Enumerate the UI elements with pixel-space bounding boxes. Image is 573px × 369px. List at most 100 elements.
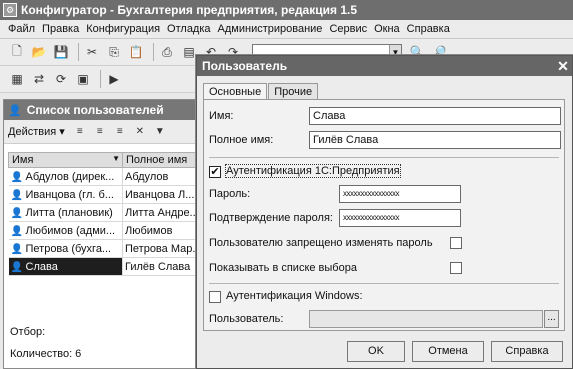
user-name-cell: Абдулов (дирек... <box>25 170 115 183</box>
windows-user-field[interactable] <box>309 310 543 328</box>
table-row[interactable]: 👤 Петрова (бухга... Петрова Мар... <box>8 239 201 258</box>
show-in-list-checkbox[interactable] <box>450 262 462 274</box>
sort-down-icon: ▼ <box>112 154 120 163</box>
user-icon: 👤 <box>10 189 23 201</box>
table-row[interactable]: 👤 Абдулов (дирек... Абдулов <box>8 167 201 186</box>
user-fullname-cell: Гилёв Слава <box>122 257 201 276</box>
edit-user-icon[interactable]: ≡ <box>113 125 127 139</box>
user-name-cell: Литта (плановик) <box>25 206 113 219</box>
auth-windows-checkbox[interactable] <box>209 291 221 303</box>
app-icon: ⚙ <box>3 3 17 17</box>
users-icon: 👤 <box>8 104 22 117</box>
fullname-label: Полное имя: <box>209 134 274 146</box>
column-header-fullname[interactable]: Полное имя <box>122 152 201 168</box>
copy-icon[interactable]: ⎘ <box>105 43 123 61</box>
run-debug-icon[interactable]: ▶ <box>105 70 123 88</box>
actions-menu-button[interactable]: Действия ▾ <box>8 125 65 138</box>
print-icon[interactable]: ⎙ <box>158 43 176 61</box>
auth-1c-checkbox[interactable]: ✔ <box>209 166 221 178</box>
forbid-change-label: Пользователю запрещено изменять пароль <box>209 237 433 249</box>
user-name-cell: Иванцова (гл. б... <box>25 188 114 201</box>
table-row[interactable]: 👤 Иванцова (гл. б... Иванцова Л... <box>8 185 201 204</box>
user-fullname-cell: Иванцова Л... <box>122 185 201 204</box>
divider <box>209 157 559 158</box>
main-title-bar[interactable]: ⚙ Конфигуратор - Бухгалтерия предприятия… <box>0 0 573 20</box>
filter-label: Отбор: <box>10 326 46 338</box>
copy-user-icon[interactable]: ≡ <box>93 125 107 139</box>
cancel-button[interactable]: Отмена <box>412 341 484 362</box>
toolbar-separator <box>153 43 154 61</box>
menu-edit[interactable]: Правка <box>42 23 79 35</box>
name-label: Имя: <box>209 110 234 122</box>
save-icon[interactable]: 💾 <box>52 43 70 61</box>
config-compare-icon[interactable]: ⇄ <box>30 70 48 88</box>
add-user-icon[interactable]: ≡ <box>73 125 87 139</box>
config-open-icon[interactable]: ▦ <box>8 70 26 88</box>
select-user-button[interactable]: ... <box>544 310 559 328</box>
windows-user-label: Пользователь: <box>209 313 284 325</box>
menu-debug[interactable]: Отладка <box>167 23 210 35</box>
filter-icon[interactable]: ▼ <box>153 125 167 139</box>
ok-button[interactable]: OK <box>347 341 405 362</box>
menu-service[interactable]: Сервис <box>329 23 367 35</box>
menu-bar: Файл Правка Конфигурация Отладка Админис… <box>0 20 573 39</box>
help-button[interactable]: Справка <box>491 341 563 362</box>
actions-label: Действия <box>8 126 57 138</box>
toolbar-separator <box>100 70 101 88</box>
menu-windows[interactable]: Окна <box>374 23 400 35</box>
name-field[interactable]: Слава <box>309 107 561 125</box>
auth-1c-label: Аутентификация 1С:Предприятия <box>225 164 401 178</box>
user-icon: 👤 <box>10 243 23 255</box>
cut-icon[interactable]: ✂ <box>83 43 101 61</box>
tab-panel-main: Имя: Слава Полное имя: Гилёв Слава ✔ Аут… <box>203 99 565 331</box>
user-name-cell: Любимов (адми... <box>25 224 116 237</box>
dialog-title: Пользователь <box>202 59 288 73</box>
dialog-tabs: Основные Прочие <box>203 83 319 99</box>
table-row[interactable]: 👤 Любимов (адми... Любимов <box>8 221 201 240</box>
table-row-selected[interactable]: 👤 Слава Гилёв Слава <box>8 257 201 276</box>
password-label: Пароль: <box>209 188 251 200</box>
user-fullname-cell: Литта Андре... <box>122 203 201 222</box>
user-dialog: Пользователь ✕ Основные Прочие Имя: Слав… <box>196 55 573 369</box>
user-table: Имя ▼ Полное имя 👤 Абдулов (дирек... Абду… <box>8 152 201 276</box>
menu-administration[interactable]: Администрирование <box>218 23 323 35</box>
menu-file[interactable]: Файл <box>8 23 35 35</box>
column-header-name[interactable]: Имя ▼ <box>8 152 123 168</box>
tab-main[interactable]: Основные <box>203 83 268 99</box>
count-label: Количество: 6 <box>10 348 82 360</box>
confirm-password-field[interactable]: xxxxxxxxxxxxxxxx <box>339 209 461 227</box>
show-in-list-label: Показывать в списке выбора <box>209 262 357 274</box>
open-folder-icon[interactable]: 📂 <box>30 43 48 61</box>
divider <box>209 283 559 284</box>
user-list-title: Список пользователей <box>26 103 164 117</box>
menu-configuration[interactable]: Конфигурация <box>86 23 160 35</box>
user-fullname-cell: Любимов <box>122 221 201 240</box>
user-list-toolbar: Действия ▾ ≡ ≡ ≡ ✕ ▼ <box>4 120 200 144</box>
user-list-title-bar[interactable]: 👤 Список пользователей <box>4 100 200 120</box>
toolbar-separator <box>78 43 79 61</box>
tab-other[interactable]: Прочие <box>268 83 319 99</box>
password-field[interactable]: xxxxxxxxxxxxxxxx <box>339 185 461 203</box>
config-save-icon[interactable]: ▣ <box>74 70 92 88</box>
user-icon: 👤 <box>10 225 23 237</box>
close-icon[interactable]: ✕ <box>554 58 572 75</box>
user-name-cell: Петрова (бухга... <box>25 242 112 255</box>
table-row[interactable]: 👤 Литта (плановик) Литта Андре... <box>8 203 201 222</box>
paste-icon[interactable]: 📋 <box>127 43 145 61</box>
user-icon: 👤 <box>10 261 23 273</box>
delete-user-icon[interactable]: ✕ <box>133 125 147 139</box>
config-update-icon[interactable]: ⟳ <box>52 70 70 88</box>
main-window-title: Конфигуратор - Бухгалтерия предприятия, … <box>21 3 358 17</box>
auth-windows-label: Аутентификация Windows: <box>226 290 363 302</box>
column-name-label: Имя <box>12 154 34 166</box>
fullname-field[interactable]: Гилёв Слава <box>309 131 561 149</box>
user-list-window: 👤 Список пользователей Действия ▾ ≡ ≡ ≡ … <box>3 99 201 369</box>
forbid-change-checkbox[interactable] <box>450 237 462 249</box>
user-icon: 👤 <box>10 171 23 183</box>
new-document-icon[interactable]: 🗋 <box>8 43 26 61</box>
menu-help[interactable]: Справка <box>407 23 450 35</box>
user-icon: 👤 <box>10 207 23 219</box>
user-fullname-cell: Абдулов <box>122 167 201 186</box>
dialog-title-bar[interactable]: Пользователь ✕ <box>197 56 572 76</box>
user-fullname-cell: Петрова Мар... <box>122 239 201 258</box>
